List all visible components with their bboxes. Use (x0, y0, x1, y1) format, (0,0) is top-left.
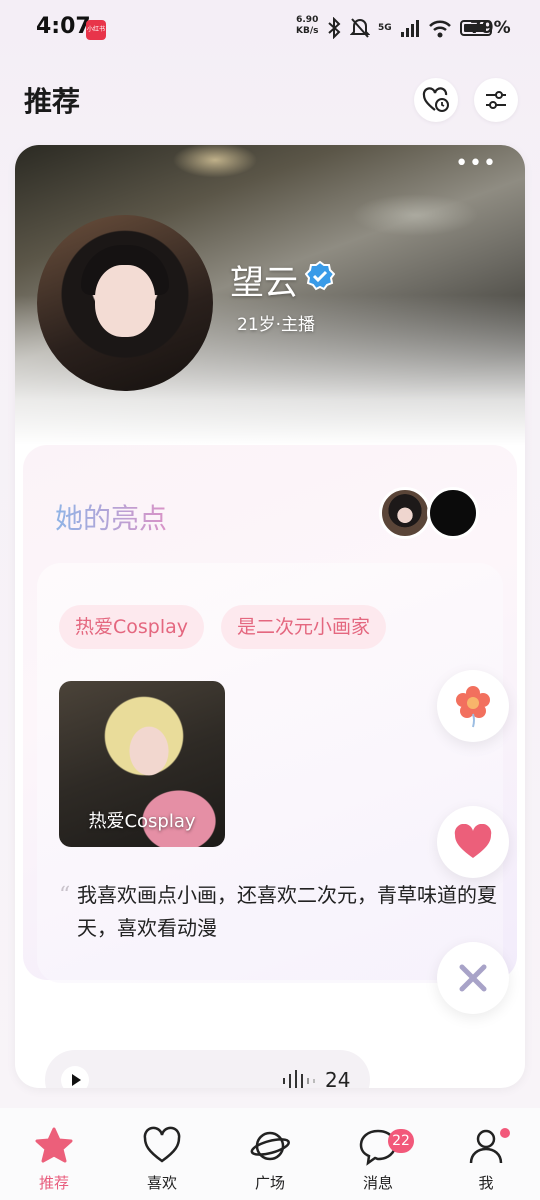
avatar-face (95, 265, 155, 337)
bluetooth-icon (328, 17, 341, 39)
network-speed-value: 6.90 (296, 15, 319, 25)
skip-button[interactable] (437, 942, 509, 1014)
nav-item-square[interactable]: 广场 (230, 1108, 310, 1200)
self-intro-text: 我喜欢画点小画，还喜欢二次元，青草味道的夏天，喜欢看动漫 (77, 883, 497, 940)
xiaohongshu-app-icon: 小红书 (86, 20, 106, 40)
audio-duration: 24 (325, 1068, 351, 1088)
close-icon (459, 964, 487, 992)
signal-label: 5G (378, 23, 392, 33)
status-bar: 4:07 小红书 6.90 KB/s 5G 79% (0, 0, 540, 60)
nav-label: 消息 (362, 1174, 393, 1192)
profile-card[interactable]: ••• 望云 21岁·主播 热爱Cosplay 是二次元小画家 热爱Cospla… (15, 145, 525, 1088)
avatar[interactable] (37, 215, 213, 391)
nav-label: 喜欢 (146, 1174, 177, 1192)
profile-name: 望云 (230, 263, 298, 303)
nav-item-recommend[interactable]: 推荐 (14, 1108, 94, 1200)
filter-sliders-icon (486, 91, 506, 109)
mute-bell-icon (350, 18, 370, 38)
flower-icon (456, 686, 490, 728)
nav-item-likes[interactable]: 喜欢 (122, 1108, 202, 1200)
send-flower-button[interactable] (437, 670, 509, 742)
planet-icon (250, 1131, 290, 1161)
more-options-icon[interactable]: ••• (455, 151, 497, 176)
highlight-photo[interactable]: 热爱Cosplay (59, 681, 225, 847)
nav-item-me[interactable]: 我 (446, 1108, 526, 1200)
filter-button[interactable] (474, 78, 518, 122)
linked-photo-avatar[interactable] (379, 487, 431, 539)
heart-icon (454, 824, 492, 858)
verified-badge-icon (305, 261, 335, 291)
nav-label: 广场 (254, 1174, 285, 1192)
linked-photo-avatar[interactable] (427, 487, 479, 539)
profile-meta: 21岁·主播 (237, 315, 316, 335)
notification-dot (500, 1128, 510, 1138)
highlight-tag[interactable]: 是二次元小画家 (221, 605, 387, 649)
highlights-title: 她的亮点 (55, 497, 167, 537)
heart-outline-icon (143, 1126, 181, 1163)
status-time: 4:07 (36, 14, 91, 39)
heart-clock-icon (422, 87, 449, 112)
play-button[interactable] (61, 1066, 89, 1088)
highlight-photo-label: 热爱Cosplay (88, 811, 196, 832)
quote-mark-icon: “ (59, 883, 71, 908)
network-speed-unit: KB/s (296, 26, 319, 36)
page-title: 推荐 (24, 85, 81, 118)
like-button[interactable] (437, 806, 509, 878)
audio-waveform-icon (283, 1070, 315, 1088)
nav-label: 推荐 (38, 1174, 69, 1192)
cell-signal-icon (400, 20, 419, 37)
nav-label: 我 (478, 1174, 494, 1192)
play-icon (72, 1074, 81, 1086)
battery-percent: 79% (470, 18, 511, 38)
nav-item-messages[interactable]: 消息 (338, 1108, 418, 1200)
message-count-badge: 22 (388, 1129, 414, 1153)
star-icon (35, 1127, 73, 1163)
visitor-history-button[interactable] (414, 78, 458, 122)
highlight-tag[interactable]: 热爱Cosplay (59, 605, 205, 649)
network-speed: 6.90 KB/s (296, 15, 318, 37)
status-icons: 5G (326, 17, 492, 39)
wifi-icon (428, 20, 451, 38)
bottom-nav: 推荐 喜欢 广场 消息 我 (0, 1108, 540, 1200)
voice-intro-player[interactable]: 24 (45, 1050, 370, 1088)
